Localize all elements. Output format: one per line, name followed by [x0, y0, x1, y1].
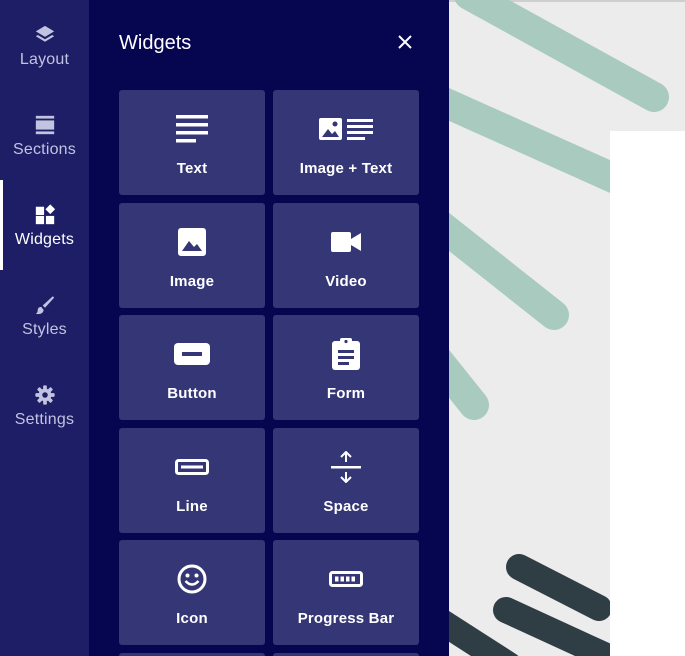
widget-tile-label: Line — [176, 498, 208, 515]
widgets-panel: Widgets Text Image + Text Image Video Bu… — [89, 0, 449, 656]
widgets-icon — [34, 204, 56, 226]
text-icon — [176, 114, 208, 144]
panel-title: Widgets — [119, 32, 192, 54]
video-icon — [331, 227, 361, 257]
nav-item-styles[interactable]: Styles — [0, 270, 89, 360]
widget-tile-label: Text — [176, 160, 208, 177]
image-icon — [178, 227, 206, 257]
widget-tile-button[interactable]: Button — [119, 315, 265, 420]
widget-tile-label: Progress Bar — [297, 610, 395, 627]
widget-tile-label: Image + Text — [299, 160, 393, 177]
nav-item-sections[interactable]: Sections — [0, 90, 89, 180]
nav-item-settings[interactable]: Settings — [0, 360, 89, 450]
brush-icon — [34, 294, 56, 316]
widget-tile-image-text[interactable]: Image + Text — [273, 90, 419, 195]
close-icon — [398, 34, 412, 54]
form-icon — [332, 338, 360, 370]
widget-tile-progress-bar[interactable]: Progress Bar — [273, 540, 419, 645]
side-nav: Layout Sections Widgets Styles Settings — [0, 0, 89, 656]
button-icon — [174, 339, 210, 369]
nav-label: Layout — [19, 51, 70, 68]
widget-tile-text[interactable]: Text — [119, 90, 265, 195]
image-text-icon — [319, 114, 373, 144]
progress-bar-icon — [329, 564, 363, 594]
app-root: Layout Sections Widgets Styles Settings … — [0, 0, 685, 656]
widget-tile-label: Space — [323, 498, 369, 515]
widget-tile-icon[interactable]: Icon — [119, 540, 265, 645]
nav-label: Widgets — [14, 231, 75, 248]
widget-tile-label: Icon — [176, 610, 208, 627]
nav-label: Styles — [22, 321, 67, 338]
line-icon — [175, 452, 209, 482]
widget-tile-label: Video — [325, 273, 367, 290]
layers-icon — [34, 24, 56, 46]
gear-icon — [34, 384, 56, 406]
sections-icon — [34, 114, 56, 136]
widget-tile-form[interactable]: Form — [273, 315, 419, 420]
widget-tile-image[interactable]: Image — [119, 203, 265, 308]
widget-tile-space[interactable]: Space — [273, 428, 419, 533]
space-icon — [331, 451, 361, 483]
widget-tile-line[interactable]: Line — [119, 428, 265, 533]
nav-item-layout[interactable]: Layout — [0, 0, 89, 90]
widget-tile-label: Button — [167, 385, 217, 402]
nav-item-widgets[interactable]: Widgets — [0, 180, 89, 270]
smiley-icon — [177, 564, 207, 594]
widget-tile-label: Form — [326, 385, 366, 402]
canvas-section[interactable] — [610, 131, 685, 656]
close-button[interactable] — [395, 34, 415, 54]
page-canvas[interactable] — [449, 0, 685, 656]
widget-tile-video[interactable]: Video — [273, 203, 419, 308]
nav-label: Settings — [14, 411, 75, 428]
widget-tile-label: Image — [169, 273, 215, 290]
nav-label: Sections — [13, 141, 76, 158]
